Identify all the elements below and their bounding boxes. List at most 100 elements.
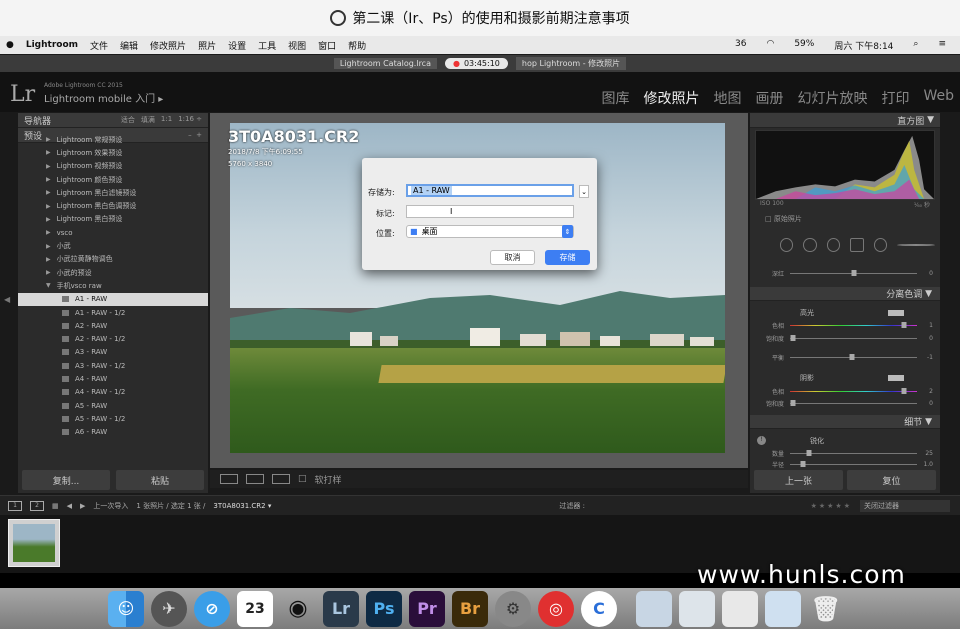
slider-radius[interactable]: 半径 1.0 — [760, 459, 935, 469]
zoom-custom[interactable]: 1:16 ÷ — [178, 115, 202, 125]
before-after-icon[interactable] — [246, 474, 264, 484]
cancel-button[interactable]: 取消 — [490, 250, 535, 265]
desktop-window-icon[interactable] — [765, 590, 801, 627]
location-dropdown-icon[interactable]: ⇕ — [562, 225, 573, 238]
disclosure-triangle-icon[interactable]: ▼ — [46, 282, 51, 289]
slider-shadow-hue[interactable]: 色相 2 — [760, 386, 935, 396]
module-develop[interactable]: 修改照片 — [643, 88, 699, 108]
menu-tools[interactable]: 工具 — [258, 39, 276, 52]
slider-knob[interactable] — [901, 321, 907, 328]
graduated-filter-icon[interactable] — [850, 238, 864, 252]
disclosure-triangle-icon[interactable]: ▶ — [46, 229, 51, 236]
launchpad-icon[interactable]: ✈ — [151, 590, 187, 627]
softproof-checkbox[interactable]: □ — [298, 474, 307, 484]
zoom-fill[interactable]: 填满 — [141, 115, 155, 125]
crop-tool-icon[interactable] — [780, 238, 794, 252]
copy-button[interactable]: 复制... — [22, 470, 110, 490]
radial-filter-icon[interactable] — [873, 238, 888, 252]
calendar-icon[interactable]: 23 — [237, 590, 273, 627]
filter-dropdown[interactable]: 关闭过滤器 — [860, 499, 950, 512]
preset-folder[interactable]: ▶ Lightroom 黑白滤镜预设 — [18, 186, 208, 199]
navigator-header[interactable]: 导航器 适合 填满 1:1 1:16 ÷ — [18, 113, 208, 128]
menu-help[interactable]: 帮助 — [348, 39, 366, 52]
slider-knob[interactable] — [790, 334, 796, 341]
disclosure-triangle-icon[interactable]: ▶ — [46, 243, 51, 250]
netease-music-icon[interactable]: ◎ — [538, 590, 574, 627]
preset-folder[interactable]: ▶ 小武拉黄静物调色 — [18, 253, 208, 266]
histogram[interactable] — [755, 130, 935, 200]
tags-input[interactable]: I — [406, 205, 574, 218]
slider-shadow-saturation[interactable]: 饱和度 0 — [760, 398, 935, 408]
apple-icon[interactable]: ● — [6, 40, 14, 50]
forward-arrow-icon[interactable]: ▶ — [80, 502, 85, 510]
wifi-icon[interactable]: ◠ — [766, 39, 774, 52]
loupe-view-icon[interactable] — [220, 474, 238, 484]
preset-item[interactable]: A3 - RAW - 1/2 — [18, 359, 208, 372]
menu-edit[interactable]: 编辑 — [120, 39, 138, 52]
preset-folder[interactable]: ▶ Lightroom 常规预设 — [18, 133, 208, 146]
left-panel-collapse-icon[interactable]: ◀ — [4, 295, 10, 304]
slider-knob[interactable] — [901, 387, 907, 394]
menu-file[interactable]: 文件 — [90, 39, 108, 52]
menu-app-name[interactable]: Lightroom — [26, 40, 78, 50]
preview-window-icon[interactable] — [722, 590, 758, 627]
slider-highlight-saturation[interactable]: 饱和度 0 — [760, 333, 935, 343]
preset-folder[interactable]: ▶ 小武的预设 — [18, 266, 208, 279]
catalog-tab[interactable]: Lightroom Catalog.lrca — [333, 58, 437, 69]
preset-item[interactable]: A3 - RAW — [18, 346, 208, 359]
preset-item[interactable]: A1 - RAW - 1/2 — [18, 306, 208, 319]
save-button[interactable]: 存储 — [545, 250, 590, 265]
rating-filter[interactable]: ★★★★★ — [811, 502, 852, 510]
brush-tool-icon[interactable] — [897, 244, 936, 246]
bridge-app-icon[interactable]: Br — [452, 590, 488, 627]
preset-folder[interactable]: ▶ Lightroom 效果预设 — [18, 146, 208, 159]
search-icon[interactable]: ⌕ — [913, 39, 918, 52]
preset-item[interactable]: A2 - RAW - 1/2 — [18, 332, 208, 345]
filmstrip-thumbnail[interactable] — [8, 519, 60, 567]
window-tab[interactable]: hop Lightroom - 修改照片 — [515, 57, 627, 70]
slider-amount[interactable]: 数量 25 — [760, 448, 935, 458]
preset-item[interactable]: A4 - RAW - 1/2 — [18, 386, 208, 399]
status-badge-count[interactable]: 36 — [735, 39, 746, 52]
zoom-fit[interactable]: 适合 — [121, 115, 135, 125]
finder-icon[interactable]: ☺ — [108, 590, 144, 627]
slider-knob[interactable] — [851, 269, 856, 276]
browser-icon[interactable]: C — [581, 590, 617, 627]
preset-folder[interactable]: ▼ 手机vsco raw — [18, 279, 208, 292]
disclosure-triangle-icon[interactable]: ▶ — [46, 269, 51, 276]
slider-balance[interactable]: 平衡 -1 — [760, 352, 935, 362]
premiere-app-icon[interactable]: Pr — [409, 590, 445, 627]
preset-folder[interactable]: ▶ Lightroom 颜色预设 — [18, 173, 208, 186]
disclosure-triangle-icon[interactable]: ▶ — [46, 216, 51, 223]
mobile-link[interactable]: Lightroom mobile 入门 ▸ — [44, 90, 163, 105]
slider-knob[interactable] — [800, 460, 806, 467]
monitor-1-button[interactable]: 1 — [8, 500, 22, 511]
menu-window[interactable]: 窗口 — [318, 39, 336, 52]
monitor-2-button[interactable]: 2 — [30, 500, 44, 511]
menu-photo[interactable]: 照片 — [198, 39, 216, 52]
slider-highlight-hue[interactable]: 色相 1 — [760, 320, 935, 330]
red-eye-icon[interactable] — [826, 238, 841, 252]
slider-knob[interactable] — [849, 353, 855, 360]
detail-header[interactable]: 细节 ▼ — [750, 415, 940, 429]
preset-folder[interactable]: ▶ 小武 — [18, 239, 208, 252]
preset-item[interactable]: A5 - RAW - 1/2 — [18, 412, 208, 425]
before-after-toggle-icon[interactable] — [272, 474, 290, 484]
preset-folder[interactable]: ▶ Lightroom 黑白色调预设 — [18, 199, 208, 212]
document-stack-icon[interactable] — [636, 590, 672, 627]
slider-knob[interactable] — [790, 399, 796, 406]
selected-filename[interactable]: 3T0A8031.CR2 ▾ — [213, 502, 271, 510]
screenshot-stack-icon[interactable] — [679, 590, 715, 627]
slider-deep-red[interactable]: 深红 0 — [760, 268, 935, 278]
lightroom-app-icon[interactable]: Lr — [323, 590, 359, 627]
grid-icon[interactable]: ▦ — [52, 502, 59, 510]
menu-settings[interactable]: 设置 — [228, 39, 246, 52]
preset-item[interactable]: A5 - RAW — [18, 399, 208, 412]
preset-item[interactable]: A2 - RAW — [18, 319, 208, 332]
module-slideshow[interactable]: 幻灯片放映 — [797, 88, 867, 108]
info-icon[interactable]: ! — [757, 436, 766, 445]
disclosure-triangle-icon[interactable]: ▶ — [46, 203, 51, 210]
zoom-1-1[interactable]: 1:1 — [161, 115, 172, 125]
highlights-swatch[interactable] — [888, 310, 904, 316]
module-web[interactable]: Web — [923, 88, 954, 108]
